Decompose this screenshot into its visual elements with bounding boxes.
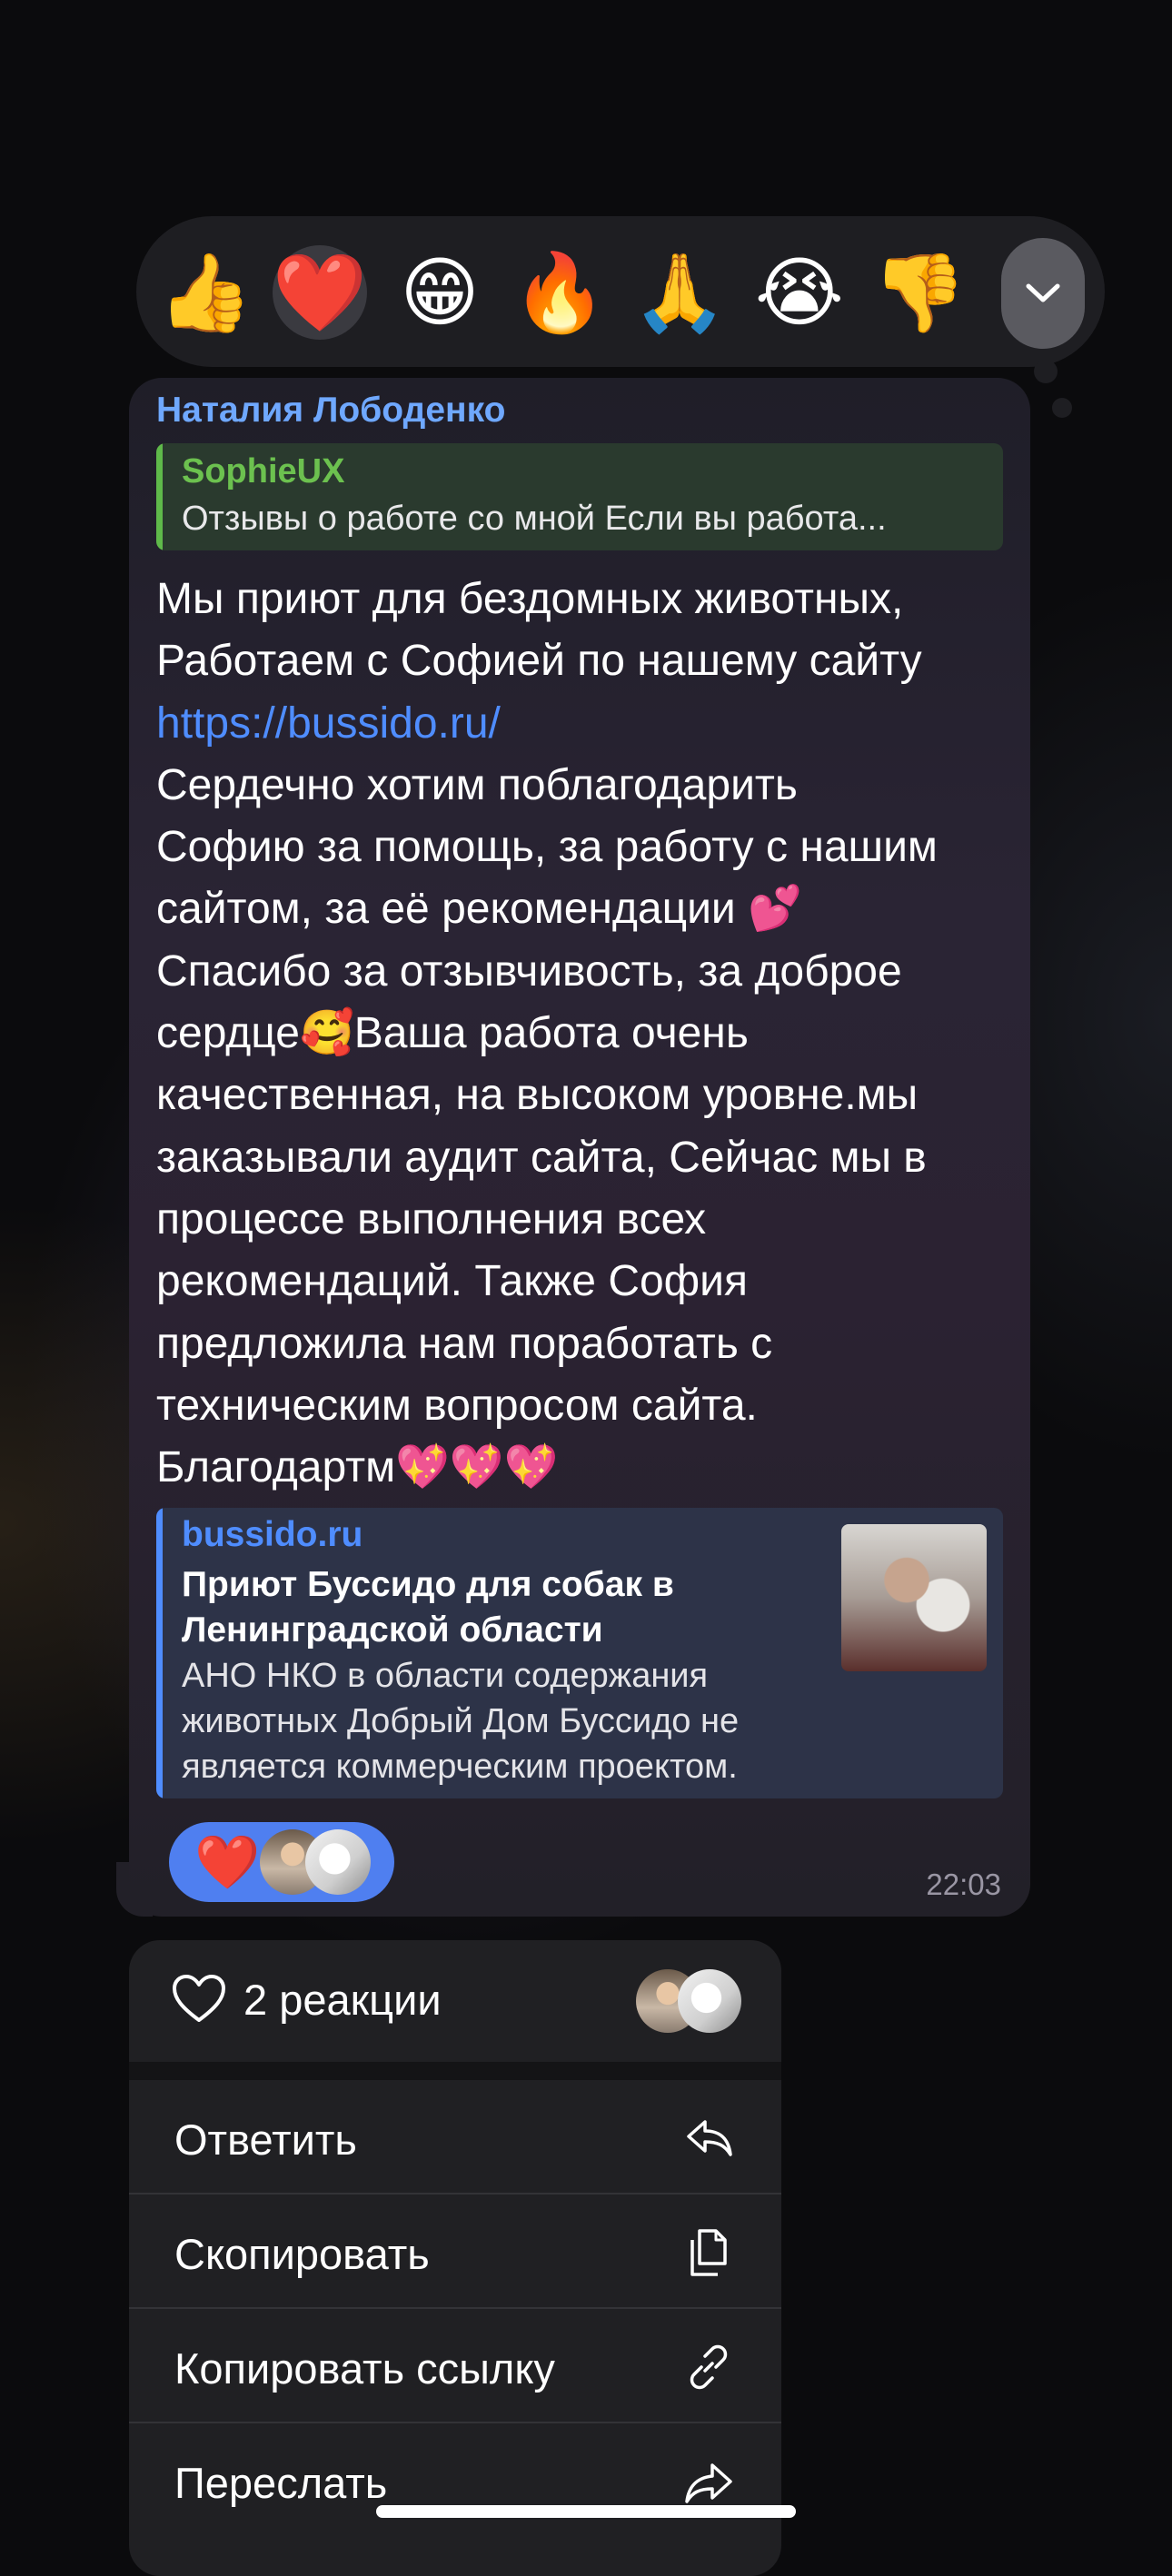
message-line: Мы приют для бездомных животных, [156,575,904,623]
chevron-down-icon [1026,283,1060,302]
message-line: Спасибо за отзывчивость, за доброе [156,946,902,996]
reaction-picker: 👍 ❤️ 😁 🔥 🙏 😭 👎 [136,216,1105,367]
reply-text: Отзывы о работе со мной Если вы работа..… [182,500,887,538]
home-indicator[interactable] [376,2505,796,2518]
menu-item-label: Переслать [174,2459,388,2507]
expand-reactions-button[interactable] [1001,238,1085,349]
reaction-thumbs-down[interactable]: 👎 [872,245,968,340]
reply-quote[interactable]: SophieUX Отзывы о работе со мной Если вы… [156,443,1003,550]
reactions-count: 2 реакции [243,1976,442,2024]
menu-item-copy-link[interactable]: Копировать ссылку [129,2309,781,2422]
reaction-thumbs-up[interactable]: 👍 [158,245,253,340]
menu-item-copy[interactable]: Скопировать [129,2195,781,2307]
message-line: сердце🥰Ваша работа очень [156,1009,749,1058]
message-line: предложила нам поработать с [156,1319,773,1368]
menu-item-label: Копировать ссылку [174,2344,555,2393]
reply-author: SophieUX [182,452,345,490]
preview-thumbnail [841,1524,987,1671]
message-time: 22:03 [926,1868,1001,1901]
message-line: Сердечно хотим поблагодарить [156,760,798,809]
reaction-cry[interactable]: 😭 [752,245,847,340]
link-preview[interactable]: bussido.ru Приют Буссидо для собак в Лен… [156,1508,1003,1798]
message-line: Благодартм💖💖💖 [156,1443,559,1492]
context-menu: 2 реакции Ответить Скопировать Копироват… [129,1940,781,2576]
message-bubble[interactable]: Наталия Лободенко SophieUX Отзывы о рабо… [129,378,1030,1917]
message-link[interactable]: https://bussido.ru/ [156,693,1019,755]
message-line: техническим вопросом сайта. [156,1381,758,1430]
reactions-summary-row[interactable]: 2 реакции [129,1940,781,2062]
message-text: Мы приют для бездомных животных, Работае… [156,569,1019,1499]
sender-name[interactable]: Наталия Лободенко [156,391,505,431]
reaction-heart[interactable]: ❤️ [273,245,367,340]
tail-dot [1034,360,1058,383]
reaction-grin[interactable]: 😁 [392,245,487,340]
message-line: сайтом, за её рекомендации 💕 [156,885,802,934]
message-line: процессе выполнения всех [156,1194,707,1243]
copy-icon [690,2229,727,2276]
heart-outline-icon [173,1975,225,2022]
message-line: Работаем с Софией по нашему сайту [156,637,922,686]
avatar [678,1969,741,2033]
message-line: заказывали аудит сайта, Сейчас мы в [156,1133,927,1182]
menu-item-label: Ответить [174,2115,357,2164]
reaction-pray[interactable]: 🙏 [632,245,728,340]
preview-accent-bar [156,1508,163,1798]
avatar [305,1829,371,1895]
preview-title: Приют Буссидо для собак в Ленинградской … [182,1565,674,1650]
message-line: качественная, на высоком уровне.мы [156,1071,919,1120]
preview-site-name: bussido.ru [182,1515,363,1554]
menu-item-forward[interactable]: Переслать [129,2423,781,2536]
link-icon [690,2344,728,2390]
reaction-fire[interactable]: 🔥 [512,245,608,340]
menu-item-reply[interactable]: Ответить [129,2080,781,2193]
tail-dot [1052,398,1072,418]
message-line: Софию за помощь, за работу с нашим [156,823,938,872]
menu-group-gap [129,2062,781,2080]
menu-item-label: Скопировать [174,2230,430,2278]
heart-icon: ❤️ [194,1831,261,1893]
message-line: рекомендаций. Также София [156,1257,748,1306]
forward-icon [685,2463,732,2503]
reply-icon [687,2120,732,2156]
message-reactions-pill[interactable]: ❤️ [169,1822,394,1902]
preview-description: АНО НКО в области содержания животных До… [182,1657,740,1786]
reply-accent-bar [156,443,163,550]
